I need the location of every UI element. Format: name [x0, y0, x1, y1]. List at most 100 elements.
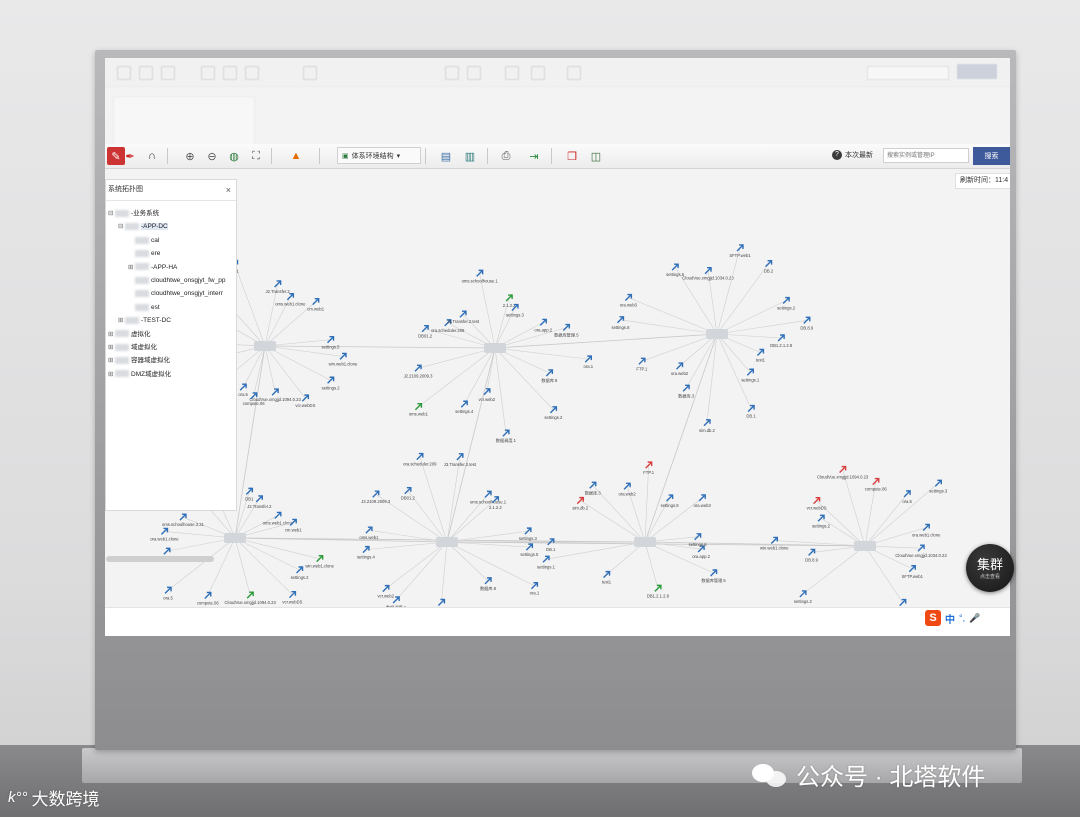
- tree-item-label: -APP-DC: [141, 223, 168, 231]
- node-icon: [666, 494, 674, 502]
- node-icon: [624, 293, 633, 302]
- node-label: J2.Transfer.2: [247, 504, 272, 509]
- redacted-mark: [115, 357, 129, 365]
- node-label: 数据库.8: [541, 377, 558, 384]
- node-icon: [542, 555, 550, 563]
- image-icon[interactable]: ▤: [437, 147, 455, 165]
- layout-label: 体系环境结构: [351, 152, 394, 160]
- hub-link: [264, 345, 496, 349]
- node-icon: [382, 584, 390, 593]
- tree-expander-icon[interactable]: ⊞: [108, 341, 115, 354]
- node-label: settings.6: [689, 542, 708, 547]
- layout-dropdown[interactable]: ▣ 体系环境结构 ▾: [337, 147, 421, 164]
- watermark-left: k°° 大数跨境: [8, 785, 100, 810]
- hub-node: [706, 329, 728, 339]
- question-icon: ?: [832, 150, 842, 160]
- tree-item[interactable]: cloudhtwe_onsgjyt_fw_pp: [106, 274, 236, 287]
- latest-toggle[interactable]: ? 本次最新: [832, 150, 873, 160]
- exit-icon[interactable]: ⇥: [525, 147, 543, 165]
- node-icon: [934, 479, 942, 487]
- tree-expander-icon[interactable]: ⊞: [118, 314, 125, 327]
- search-input[interactable]: [883, 148, 969, 163]
- warning-icon[interactable]: ▲: [287, 147, 305, 165]
- node-label: DB.1: [546, 547, 556, 552]
- topology-edge: [417, 347, 496, 369]
- node-label: ora.web3: [694, 503, 712, 508]
- node-label: CloudVue.xmgjjd.1094.0.23: [817, 475, 869, 480]
- tree-expander-icon[interactable]: ⊞: [128, 261, 135, 274]
- node-label: oms.web1: [409, 412, 429, 417]
- cluster-button[interactable]: 集群 点击查看: [966, 544, 1014, 592]
- tree-item[interactable]: ⊞ 域虚拟化: [106, 341, 236, 354]
- print-icon[interactable]: ⎙: [497, 147, 515, 165]
- node-icon: [271, 388, 279, 396]
- node-label: DB01.2: [401, 496, 416, 501]
- tree-expander-icon[interactable]: ⊞: [108, 354, 115, 367]
- tree-item[interactable]: ⊞ -APP-HA: [106, 261, 236, 274]
- node-label: ora.app.2: [534, 327, 552, 332]
- ime-punctuation[interactable]: °,: [959, 613, 965, 623]
- redacted-mark: [135, 236, 149, 244]
- tree-expander-icon[interactable]: ⊞: [108, 328, 115, 341]
- tree-item[interactable]: ⊞ 容器域虚拟化: [106, 354, 236, 367]
- tree-item[interactable]: cal: [106, 234, 236, 247]
- node-icon: [255, 495, 263, 503]
- node-icon: [460, 400, 468, 408]
- node-icon: [530, 582, 539, 590]
- export-image-icon[interactable]: ▥: [461, 147, 479, 165]
- node-label: DB.2: [764, 269, 774, 274]
- topology-edge: [628, 297, 718, 335]
- topology-edge: [620, 319, 718, 335]
- globe-icon[interactable]: ◍: [225, 147, 243, 165]
- tree-item[interactable]: ⊟ -APP-DC: [106, 220, 236, 233]
- topology-edge: [545, 541, 646, 560]
- node-label: settings.2: [322, 385, 341, 390]
- node-icon: [671, 263, 679, 271]
- node-icon: [576, 496, 585, 505]
- magnet-icon[interactable]: ∩: [143, 147, 161, 165]
- microphone-icon[interactable]: 🎤: [969, 613, 980, 624]
- tree-item[interactable]: ere: [106, 247, 236, 260]
- tree-item-label: cloudhtwe_onsgjyt_fw_pp: [151, 276, 226, 284]
- tree-expander-icon[interactable]: ⊟: [108, 207, 115, 220]
- fit-screen-icon[interactable]: ⛶: [247, 147, 265, 165]
- zoom-in-icon[interactable]: ⊕: [181, 147, 199, 165]
- node-label: oms.web1.clone: [263, 520, 294, 525]
- tree-item[interactable]: ⊞ -TEST-DC: [106, 314, 236, 327]
- tree-item[interactable]: ⊞ 虚拟化: [106, 328, 236, 341]
- watermark-left-text: 大数跨境: [31, 790, 100, 809]
- tree-item[interactable]: est: [106, 301, 236, 314]
- node-label: vcr.webDS: [807, 506, 827, 511]
- node-label: J2.2109.2009.3: [404, 373, 434, 378]
- tree-item-label: DMZ域虚拟化: [131, 370, 172, 378]
- close-icon[interactable]: ×: [226, 180, 231, 200]
- window-icon[interactable]: ❐: [563, 147, 581, 165]
- topology-toolbar: ✎ ✒ ∩ ⊕ ⊖ ◍ ⛶ ▲ ▣ 体系环境结构 ▾ ▤ ▥ ⎙ ⇥ ❐ ◫ ?…: [105, 144, 1010, 169]
- hub-link: [446, 347, 496, 543]
- node-label: sim.db.2: [572, 506, 588, 511]
- tree-scrollbar[interactable]: [106, 556, 214, 562]
- sogou-logo-icon[interactable]: S: [925, 610, 941, 626]
- ime-toolbar[interactable]: S 中 °, 🎤: [925, 609, 980, 627]
- tree-item[interactable]: ⊞ DMZ域虚拟化: [106, 368, 236, 381]
- cluster-subtitle: 点击查看: [979, 574, 1000, 580]
- node-label: CloudVue.xmgjjd.1034.0.23: [682, 276, 734, 281]
- panel-icon[interactable]: ◫: [587, 147, 605, 165]
- pen-icon[interactable]: ✒: [121, 147, 139, 165]
- node-icon: [539, 318, 547, 326]
- tree-expander-icon[interactable]: ⊞: [108, 368, 115, 381]
- ime-language[interactable]: 中: [945, 611, 955, 626]
- topology-edge: [716, 247, 741, 335]
- tree-item[interactable]: ⊟ -业务系统: [106, 207, 236, 220]
- search-button[interactable]: 搜索: [973, 147, 1010, 165]
- node-label: settings.4: [455, 409, 474, 414]
- node-icon: [908, 565, 916, 573]
- tree-expander-icon[interactable]: ⊟: [118, 220, 125, 233]
- topology-graph[interactable]: win.web1.clone settings.2 vcr.webDS CloudVu…: [105, 168, 1010, 608]
- topology-edge: [234, 537, 251, 596]
- tree-item[interactable]: cloudhtwe_onsgjyt_interr: [106, 287, 236, 300]
- zoom-out-icon[interactable]: ⊖: [203, 147, 221, 165]
- node-label: 数据库管理.5: [554, 332, 579, 339]
- node-icon: [296, 566, 304, 574]
- tree-item-label: -APP-HA: [151, 263, 178, 271]
